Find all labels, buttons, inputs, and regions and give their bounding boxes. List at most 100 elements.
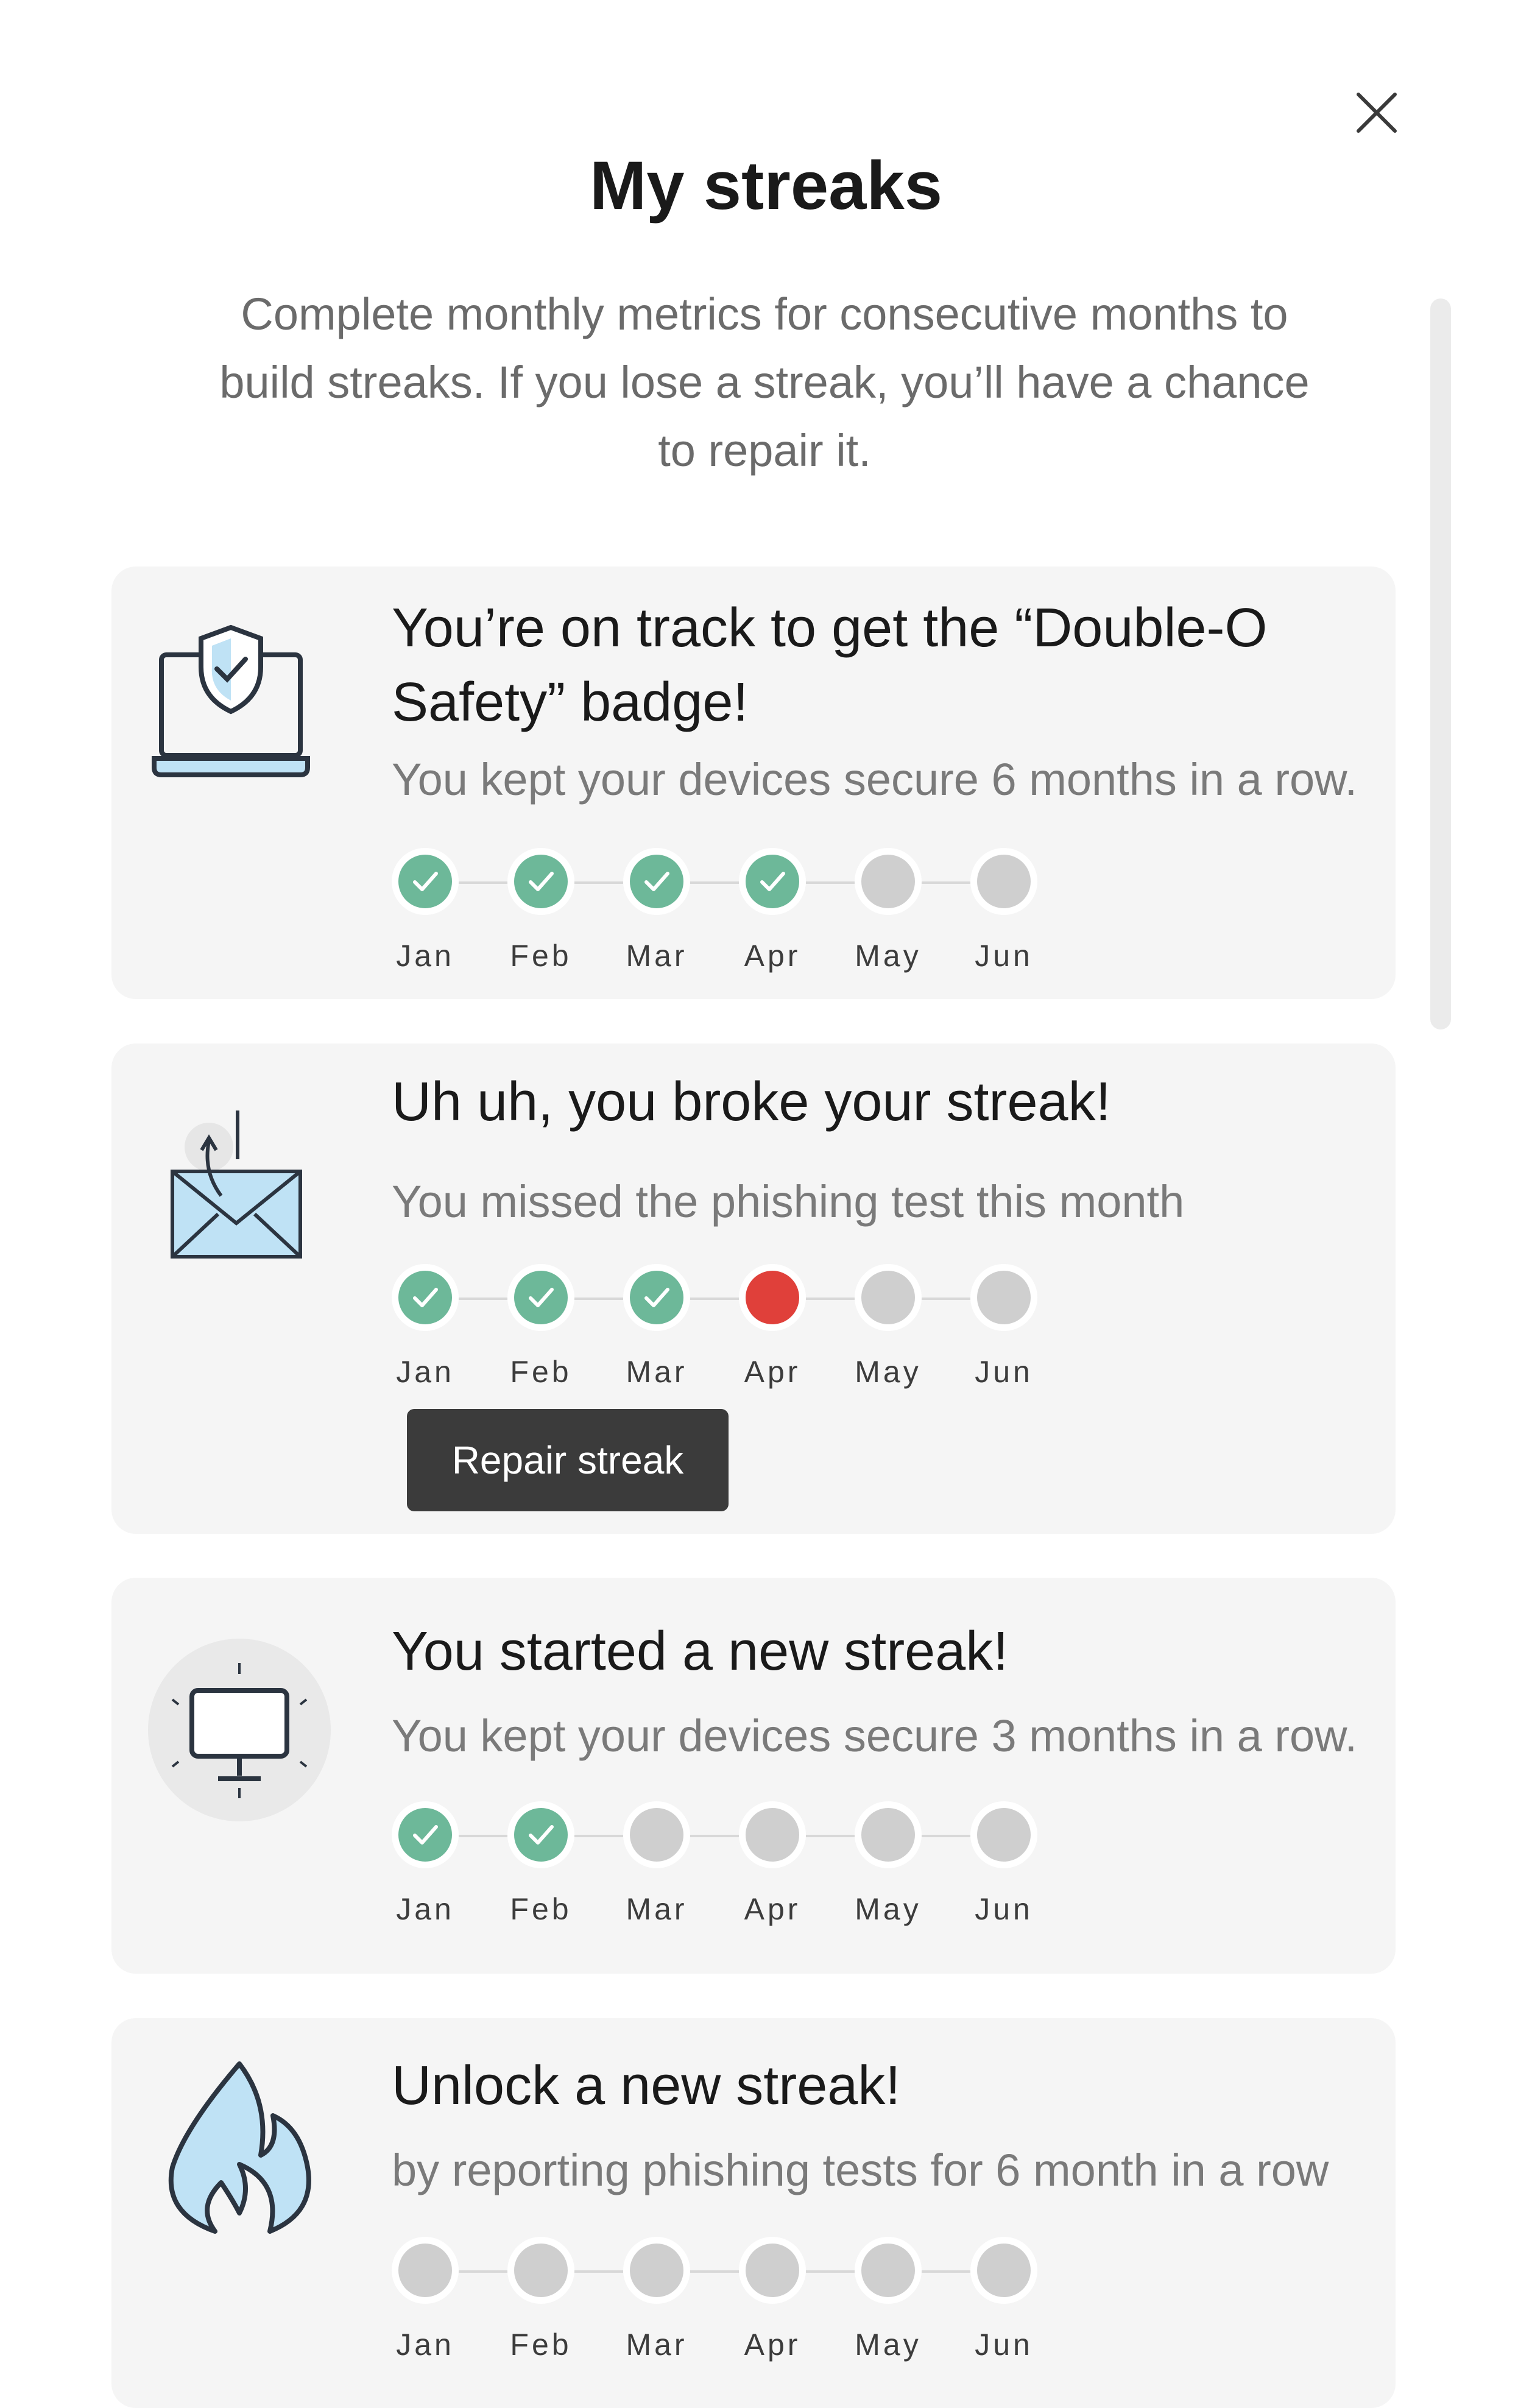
pending-dot <box>630 2244 683 2297</box>
laptop-shield-icon <box>148 615 331 798</box>
month-label: Apr <box>744 939 801 973</box>
month-connector <box>459 1298 507 1300</box>
streak-card-broken: Uh uh, you broke your streak! You missed… <box>111 1043 1396 1534</box>
month-connector <box>690 2270 739 2273</box>
month-connector <box>690 1835 739 1837</box>
missed-dot <box>746 1271 799 1324</box>
month-status-mar <box>623 1801 690 1868</box>
pending-dot <box>977 1271 1031 1324</box>
envelope-icon <box>148 1104 331 1287</box>
intro-text: Complete monthly metrics for consecutive… <box>219 289 1310 476</box>
month-track: Jan Feb Mar Apr May Jun <box>392 2230 1037 2382</box>
check-icon <box>514 1808 568 1862</box>
month-status-jan <box>392 1264 459 1331</box>
month-status-jan <box>392 1801 459 1868</box>
month-label: Mar <box>626 939 688 973</box>
month-connector <box>690 881 739 884</box>
month-status-feb <box>507 2237 574 2304</box>
pending-dot <box>861 855 915 908</box>
card-subtitle: by reporting phishing tests for 6 month … <box>392 2145 1329 2195</box>
pending-dot <box>861 1808 915 1862</box>
month-connector <box>459 2270 507 2273</box>
page-title: My streaks <box>589 147 943 224</box>
month-label: Apr <box>744 1892 801 1926</box>
month-connector <box>806 1835 855 1837</box>
month-label: Feb <box>510 1892 572 1926</box>
month-label: Mar <box>626 2328 688 2362</box>
streak-card-unlock: Unlock a new streak! by reporting phishi… <box>111 2018 1396 2408</box>
repair-streak-button[interactable]: Repair streak <box>407 1409 729 1511</box>
month-status-jan <box>392 848 459 915</box>
card-title: Unlock a new streak! <box>392 2055 901 2116</box>
month-status-jun <box>970 1264 1037 1331</box>
month-status-apr <box>739 1801 806 1868</box>
month-connector <box>574 881 623 884</box>
month-label: Feb <box>510 939 572 973</box>
month-connector <box>806 881 855 884</box>
flame-icon <box>148 2055 331 2237</box>
month-label: Mar <box>626 1892 688 1926</box>
pending-dot <box>861 1271 915 1324</box>
pending-dot <box>746 1808 799 1862</box>
month-status-mar <box>623 848 690 915</box>
close-icon <box>1357 93 1397 133</box>
check-icon <box>630 855 683 908</box>
card-title: You’re on track to get the “Double-O Saf… <box>392 598 1268 733</box>
month-status-may <box>855 848 922 915</box>
pending-dot <box>977 855 1031 908</box>
month-label: Feb <box>510 2328 572 2362</box>
month-connector <box>574 2270 623 2273</box>
month-connector <box>922 881 970 884</box>
month-status-may <box>855 1801 922 1868</box>
month-status-feb <box>507 848 574 915</box>
month-label: Feb <box>510 1355 572 1389</box>
month-label: Jun <box>975 2328 1033 2362</box>
month-connector <box>806 2270 855 2273</box>
month-track: Jan Feb Mar Apr May Jun <box>392 1257 1037 1409</box>
month-track: Jan Feb Mar Apr May Jun <box>392 841 1037 993</box>
month-status-jan <box>392 2237 459 2304</box>
month-status-apr <box>739 2237 806 2304</box>
month-status-jun <box>970 2237 1037 2304</box>
scrollbar[interactable] <box>1430 298 1451 1029</box>
month-status-may <box>855 1264 922 1331</box>
month-label: May <box>855 939 922 973</box>
month-connector <box>690 1298 739 1300</box>
pending-dot <box>977 2244 1031 2297</box>
month-connector <box>459 881 507 884</box>
month-status-mar <box>623 1264 690 1331</box>
month-label: May <box>855 2328 922 2362</box>
month-connector <box>922 2270 970 2273</box>
month-label: Jan <box>396 1355 454 1389</box>
pending-dot <box>977 1808 1031 1862</box>
month-connector <box>574 1835 623 1837</box>
card-subtitle: You kept your devices secure 3 months in… <box>392 1711 1358 1761</box>
month-label: Jun <box>975 939 1033 973</box>
month-connector <box>922 1835 970 1837</box>
month-status-jun <box>970 848 1037 915</box>
month-track: Jan Feb Mar Apr May Jun <box>392 1794 1037 1946</box>
month-status-feb <box>507 1264 574 1331</box>
month-label: Apr <box>744 2328 801 2362</box>
check-icon <box>398 855 452 908</box>
streak-card-double-o: You’re on track to get the “Double-O Saf… <box>111 567 1396 999</box>
month-status-apr <box>739 848 806 915</box>
card-title: Uh uh, you broke your streak! <box>392 1072 1111 1132</box>
month-label: May <box>855 1355 922 1389</box>
month-connector <box>574 1298 623 1300</box>
month-status-feb <box>507 1801 574 1868</box>
month-label: Mar <box>626 1355 688 1389</box>
check-icon <box>514 1271 568 1324</box>
check-icon <box>630 1271 683 1324</box>
pending-dot <box>630 1808 683 1862</box>
close-button[interactable] <box>1346 82 1407 143</box>
month-status-jun <box>970 1801 1037 1868</box>
month-status-mar <box>623 2237 690 2304</box>
month-connector <box>806 1298 855 1300</box>
check-icon <box>398 1271 452 1324</box>
streak-card-new: You started a new streak! You kept your … <box>111 1578 1396 1974</box>
month-label: Jan <box>396 2328 454 2362</box>
month-label: Jan <box>396 1892 454 1926</box>
check-icon <box>746 855 799 908</box>
card-subtitle: You missed the phishing test this month <box>392 1176 1185 1227</box>
